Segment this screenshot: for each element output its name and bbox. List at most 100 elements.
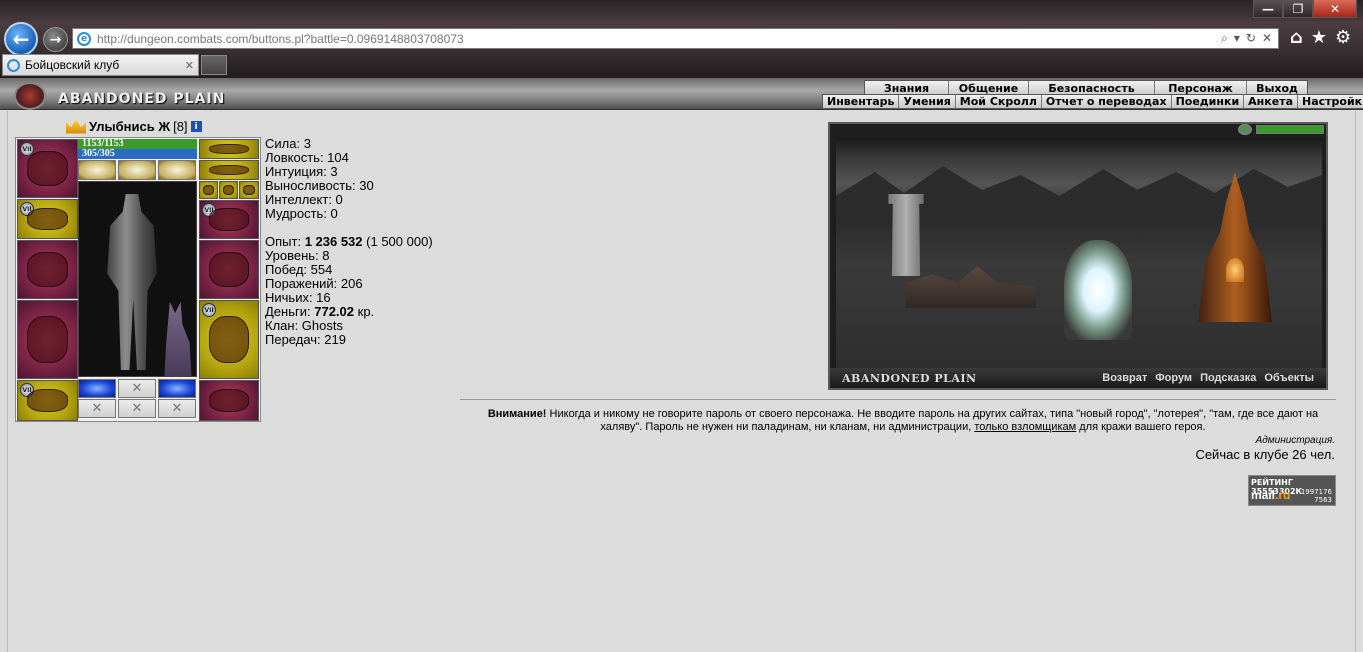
home-icon[interactable]: ⌂ bbox=[1290, 27, 1303, 48]
location-scene bbox=[836, 138, 1322, 368]
submenu-item-profile[interactable]: Анкета bbox=[1244, 95, 1298, 108]
helmet-slot[interactable]: VII bbox=[17, 139, 78, 198]
rune-icon: ✕ bbox=[131, 401, 143, 416]
location-links: Возврат Форум Подсказка Объекты bbox=[1102, 372, 1314, 384]
info-icon[interactable]: i bbox=[190, 121, 202, 132]
location-refresh-icon[interactable] bbox=[1238, 124, 1252, 135]
online-count: Сейчас в клубе 26 чел. bbox=[1195, 447, 1335, 462]
rune-slot-4[interactable]: ✕ bbox=[158, 399, 196, 418]
scroll-slot-1[interactable] bbox=[78, 160, 116, 180]
stat-wins: Побед: 554 bbox=[265, 262, 333, 277]
location-link-hint[interactable]: Подсказка bbox=[1200, 372, 1256, 384]
stat-losses: Поражений: 206 bbox=[265, 276, 363, 291]
cat-pet-figure bbox=[164, 302, 192, 376]
stat-clan[interactable]: Клан: Ghosts bbox=[265, 319, 433, 333]
refresh-icon[interactable]: ↻ bbox=[1246, 31, 1256, 46]
new-tab-button[interactable] bbox=[201, 55, 227, 75]
close-window-button[interactable]: ✕ bbox=[1313, 0, 1357, 18]
minimize-button[interactable]: — bbox=[1253, 0, 1283, 18]
armor-slot[interactable] bbox=[17, 300, 78, 379]
ie-page-icon: e bbox=[77, 31, 91, 46]
stat-experience: Опыт: 1 236 532 (1 500 000) bbox=[265, 234, 433, 249]
forward-button[interactable]: → bbox=[43, 27, 68, 52]
search-icon[interactable]: ⌕ bbox=[1221, 31, 1228, 46]
belt-slot[interactable]: VII bbox=[17, 380, 78, 421]
divider bbox=[460, 399, 1336, 400]
location-link-return[interactable]: Возврат bbox=[1102, 372, 1147, 384]
pants-icon bbox=[208, 316, 250, 363]
maximize-button[interactable]: ❐ bbox=[1283, 0, 1313, 18]
rune-slot-2[interactable]: ✕ bbox=[78, 399, 116, 418]
gloves-slot[interactable]: VII bbox=[199, 200, 259, 239]
stop-icon[interactable]: ✕ bbox=[1262, 31, 1272, 46]
rune-slot-3[interactable]: ✕ bbox=[118, 399, 156, 418]
character-level: [8] bbox=[173, 119, 188, 134]
hackers-link[interactable]: только взломщикам bbox=[974, 421, 1076, 433]
scroll-slot-2[interactable] bbox=[118, 160, 156, 180]
scroll-slot-3[interactable] bbox=[158, 160, 196, 180]
bracers-slot[interactable]: VII bbox=[17, 199, 78, 239]
rune-icon: ✕ bbox=[131, 381, 143, 396]
browser-tab[interactable]: Бойцовский клуб ✕ bbox=[2, 54, 199, 76]
ring-slot-2[interactable] bbox=[219, 181, 238, 199]
crown-icon bbox=[66, 119, 86, 134]
quiver-slot[interactable] bbox=[199, 240, 259, 299]
helmet-icon bbox=[26, 151, 69, 186]
gear-icon[interactable]: ⚙ bbox=[1335, 27, 1351, 48]
dropdown-icon[interactable]: ▾ bbox=[1234, 31, 1240, 46]
tab-close-icon[interactable]: ✕ bbox=[185, 59, 194, 72]
submenu-item-settings[interactable]: Настройки bbox=[1298, 95, 1363, 108]
ring-slot-1[interactable] bbox=[199, 181, 218, 199]
back-button[interactable]: ← bbox=[4, 22, 38, 56]
rune-slot-1[interactable]: ✕ bbox=[118, 379, 156, 398]
game-header: ABANDONED PLAIN Знания Общение Безопасно… bbox=[0, 78, 1363, 110]
gem-slot-1[interactable] bbox=[78, 379, 116, 398]
submenu-item-scroll[interactable]: Мой Скролл bbox=[956, 95, 1042, 108]
password-warning: Внимание! Никогда и никому не говорите п… bbox=[487, 408, 1319, 433]
boots-slot[interactable] bbox=[199, 380, 259, 421]
tower-window bbox=[1226, 258, 1244, 282]
submenu-item-transfers[interactable]: Отчет о переводах bbox=[1042, 95, 1172, 108]
submenu-item-duels[interactable]: Поединки bbox=[1172, 95, 1245, 108]
rating-counter[interactable]: РЕЙТИНГ 35553302К mail.ru 1997176 7563 bbox=[1248, 475, 1336, 506]
weapon-slot[interactable] bbox=[17, 240, 78, 299]
bracers-icon bbox=[26, 207, 69, 231]
stat-money: Деньги: 772.02 кр. bbox=[265, 304, 375, 319]
admin-signature: Администрация. bbox=[1255, 435, 1335, 446]
boots-icon bbox=[208, 388, 250, 413]
armor-icon bbox=[26, 316, 69, 363]
location-frame: ABANDONED PLAIN Возврат Форум Подсказка … bbox=[828, 122, 1328, 390]
location-link-forum[interactable]: Форум bbox=[1155, 372, 1192, 384]
ring-slot-3[interactable] bbox=[239, 181, 259, 199]
earring-slot[interactable] bbox=[199, 139, 259, 159]
ring-icon bbox=[222, 185, 235, 195]
portal-object[interactable] bbox=[1064, 240, 1132, 340]
favorites-icon[interactable]: ★ bbox=[1311, 27, 1327, 48]
ie-tab-icon bbox=[7, 58, 20, 72]
gem-slot-2[interactable] bbox=[158, 379, 196, 398]
sub-menu: Инвентарь Умения Мой Скролл Отчет о пере… bbox=[822, 94, 1363, 109]
location-hp-indicator bbox=[1256, 125, 1324, 134]
stat-wisdom: Мудрость: 0 bbox=[265, 206, 338, 221]
amulet-slot[interactable] bbox=[199, 160, 259, 180]
mana-text: 305/305 bbox=[82, 148, 115, 159]
pants-slot[interactable]: VII bbox=[199, 300, 259, 379]
character-name[interactable]: Улыбнись Ж bbox=[89, 119, 170, 134]
url-text[interactable]: http://dungeon.combats.com/buttons.pl?ba… bbox=[97, 32, 1221, 46]
character-image[interactable] bbox=[78, 181, 197, 377]
rune-icon: ✕ bbox=[171, 401, 183, 416]
submenu-item-inventory[interactable]: Инвентарь bbox=[823, 95, 900, 108]
location-link-objects[interactable]: Объекты bbox=[1264, 372, 1314, 384]
stat-strength: Сила: 3 bbox=[265, 136, 311, 151]
gloves-icon bbox=[208, 208, 250, 231]
ruined-houses-object[interactable] bbox=[906, 266, 1036, 308]
stat-agility: Ловкость: 104 bbox=[265, 150, 349, 165]
submenu-item-skills[interactable]: Умения bbox=[899, 95, 956, 108]
address-bar[interactable]: e http://dungeon.combats.com/buttons.pl?… bbox=[72, 28, 1279, 49]
character-stats: Сила: 3 Ловкость: 104 Интуиция: 3 Выносл… bbox=[265, 137, 433, 347]
address-tools: ⌕ ▾ ↻ ✕ bbox=[1221, 31, 1272, 46]
bow-icon bbox=[26, 252, 69, 287]
earring-icon bbox=[208, 143, 250, 155]
window-controls: — ❐ ✕ bbox=[1253, 0, 1357, 18]
ring-icon bbox=[202, 185, 215, 195]
